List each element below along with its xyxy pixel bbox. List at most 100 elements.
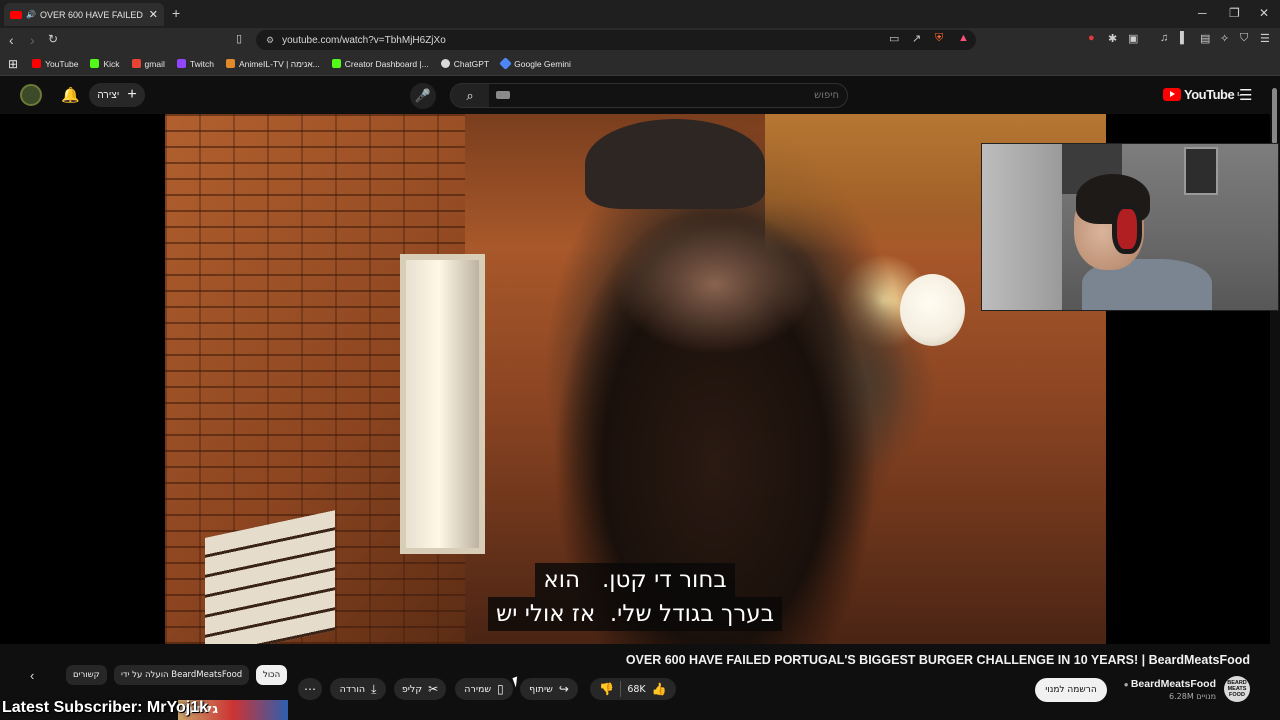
vpn-icon[interactable]: ⛉: [1240, 32, 1248, 45]
bookmark-icon[interactable]: ▯: [236, 32, 242, 45]
like-count: 68K: [627, 683, 646, 695]
bookmark-label: Twitch: [189, 58, 214, 69]
caption-line: בחור די קטן. הוא: [535, 563, 735, 597]
notifications-bell-icon[interactable]: 🔔: [61, 86, 80, 104]
search-input[interactable]: [495, 87, 839, 104]
tab-search-icon[interactable]: ▣: [1128, 32, 1138, 45]
like-icon[interactable]: 👍: [652, 682, 667, 696]
bookmark-twitch[interactable]: Twitch: [176, 58, 214, 69]
bookmarks-bar: ⊞ YouTube Kick gmail Twitch AnimeIL-TV |…: [0, 52, 1280, 76]
bookmark-label: AnimeIL-TV | אנימה...: [238, 58, 320, 69]
bookmark-creator-dashboard[interactable]: Creator Dashboard |...: [331, 58, 429, 69]
leo-ai-icon[interactable]: ✧: [1220, 32, 1229, 45]
create-button[interactable]: יצירה +: [89, 83, 145, 107]
youtube-favicon-icon: [10, 10, 22, 19]
browser-tab[interactable]: 🔊 OVER 600 HAVE FAILED PORT ✕: [4, 3, 164, 26]
reload-icon[interactable]: ↻: [48, 32, 58, 46]
channel-name-text: BeardMeatsFood: [1130, 678, 1216, 690]
headset-icon: [1112, 204, 1142, 254]
bookmark-label: gmail: [144, 58, 165, 69]
scissors-icon: ✂: [428, 682, 439, 696]
chip-all[interactable]: הכול: [256, 665, 288, 685]
download-icon: ⤓: [371, 681, 377, 696]
bookmark-label: YouTube: [45, 58, 79, 69]
bookmark-label: Creator Dashboard |...: [344, 58, 429, 69]
download-button[interactable]: הורדה ⤓: [330, 678, 386, 700]
channel-avatar[interactable]: BEARD MEATS FOOD: [1224, 676, 1250, 702]
tab-title: OVER 600 HAVE FAILED PORT: [39, 9, 145, 20]
share-button[interactable]: שיתוף ↪: [520, 678, 578, 700]
address-bar[interactable]: ⚙ youtube.com/watch?v=TbhMjH6ZjXo: [256, 30, 976, 50]
clip-button[interactable]: קליפ ✂: [394, 678, 446, 700]
page-scrollbar[interactable]: [1272, 88, 1277, 144]
speaker-icon[interactable]: 🔊: [26, 10, 36, 19]
navigation-bar: ‹ › ↻ ▯ ⚙ youtube.com/watch?v=TbhMjH6ZjX…: [0, 28, 1280, 52]
bookmark-favicon-icon: [225, 59, 235, 68]
forward-icon[interactable]: ›: [30, 32, 35, 48]
voice-search-mic-icon[interactable]: 🎤: [410, 83, 436, 109]
wallet-icon[interactable]: ▤: [1200, 32, 1210, 45]
bookmark-gemini[interactable]: Google Gemini: [499, 57, 571, 70]
more-actions-button[interactable]: ⋯: [298, 678, 322, 700]
sidebar-icon[interactable]: ▌: [1180, 32, 1188, 44]
plus-icon: +: [127, 86, 137, 103]
save-button[interactable]: שמירה ▯: [455, 678, 513, 700]
logo-text: YouTube: [1184, 87, 1235, 102]
keyboard-icon[interactable]: [496, 91, 510, 99]
caption-line: בערך בגודל שלי. אז אולי יש: [487, 597, 783, 631]
record-extension-icon[interactable]: ●: [1088, 32, 1095, 44]
bookmark-save-icon: ▯: [497, 682, 504, 696]
share-page-icon[interactable]: ↗: [912, 32, 921, 45]
latest-subscriber-overlay: Latest Subscriber: MrYoj1k: [2, 699, 208, 716]
subscriber-count: 6.28M מנויים: [1169, 692, 1216, 701]
bookmark-label: Google Gemini: [514, 58, 571, 69]
media-icon[interactable]: ♫: [1160, 32, 1168, 44]
restore-icon[interactable]: ❐: [1229, 6, 1240, 20]
youtube-header: 🔔 יצירה + 🎤 ⌕ YouTube IL ☰: [0, 77, 1280, 114]
bookmark-label: Kick: [103, 58, 120, 69]
close-tab-icon[interactable]: ✕: [149, 8, 158, 21]
browser-menu-icon[interactable]: ☰: [1260, 32, 1270, 45]
like-dislike-group: 👎 68K 👍: [590, 678, 676, 700]
download-label: הורדה: [339, 683, 366, 695]
chevron-left-icon[interactable]: ‹: [30, 668, 34, 683]
bookmark-youtube[interactable]: YouTube: [32, 59, 78, 69]
rewards-icon[interactable]: ▲: [958, 32, 969, 44]
search-button[interactable]: ⌕: [451, 84, 489, 107]
save-label: שמירה: [464, 683, 492, 695]
video-scene-cap: [585, 119, 765, 209]
hamburger-menu-icon[interactable]: ☰: [1239, 86, 1252, 104]
apps-grid-icon[interactable]: ⊞: [8, 57, 18, 71]
chip-related[interactable]: קשורים: [66, 665, 107, 685]
webcam-poster: [1184, 147, 1218, 195]
back-icon[interactable]: ‹: [9, 32, 14, 48]
new-tab-icon[interactable]: +: [172, 5, 180, 21]
bookmark-animeil[interactable]: AnimeIL-TV | אנימה...: [225, 58, 320, 69]
bookmark-favicon-icon: [32, 59, 42, 68]
bookmark-gmail[interactable]: gmail: [131, 58, 165, 69]
dislike-icon[interactable]: 👎: [599, 682, 614, 696]
bookmark-kick[interactable]: Kick: [90, 58, 120, 69]
subscribe-button[interactable]: הרשמה למנוי: [1035, 678, 1107, 702]
extensions-icon[interactable]: ✱: [1108, 32, 1117, 45]
divider: [620, 681, 622, 697]
channel-name[interactable]: ● BeardMeatsFood: [1120, 678, 1216, 690]
minimize-icon[interactable]: ─: [1198, 6, 1207, 20]
site-info-icon[interactable]: ⚙: [266, 35, 274, 46]
close-window-icon[interactable]: ✕: [1259, 6, 1269, 20]
url-text: youtube.com/watch?v=TbhMjH6ZjXo: [282, 34, 446, 46]
bookmark-chatgpt[interactable]: ChatGPT: [440, 58, 490, 69]
cast-icon[interactable]: ▭: [889, 32, 899, 45]
bookmark-favicon-icon: [499, 57, 513, 70]
mouse-cursor-icon: [512, 676, 521, 688]
chip-uploaded-by[interactable]: הועלה על ידי BeardMeatsFood: [114, 665, 250, 685]
create-label: יצירה: [97, 89, 120, 101]
bookmark-favicon-icon: [176, 59, 186, 68]
share-icon: ↪: [558, 682, 569, 696]
youtube-logo[interactable]: YouTube IL: [1163, 87, 1241, 102]
video-scene-door: [400, 254, 485, 554]
brave-shield-icon[interactable]: ⛨: [935, 32, 943, 45]
avatar[interactable]: [20, 84, 42, 106]
youtube-play-logo-icon: [1163, 88, 1181, 101]
bookmark-label: ChatGPT: [453, 58, 490, 69]
